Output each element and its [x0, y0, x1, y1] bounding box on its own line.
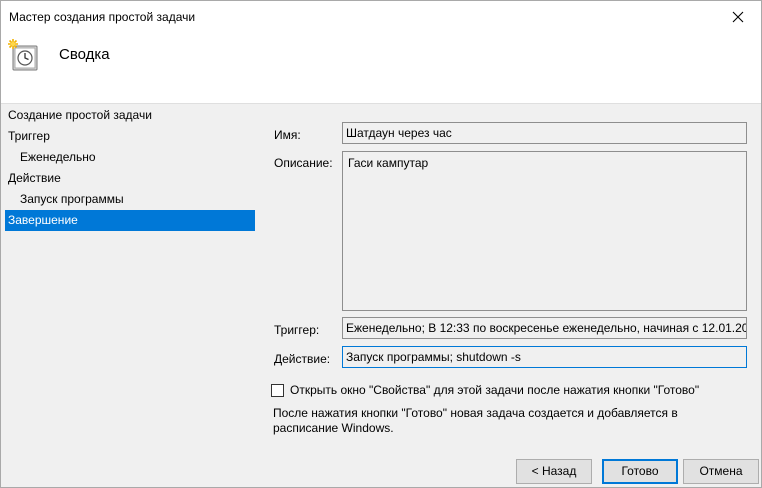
action-field[interactable]: Запуск программы; shutdown -s	[342, 346, 747, 368]
cancel-button[interactable]: Отмена	[683, 459, 759, 484]
finish-button[interactable]: Готово	[602, 459, 678, 484]
page-title: Сводка	[59, 46, 110, 63]
title-bar: Мастер создания простой задачи	[1, 1, 761, 32]
description-field[interactable]: Гаси кампутар	[342, 151, 747, 311]
action-label: Действие:	[274, 352, 331, 366]
step-trigger: Триггер	[8, 129, 50, 143]
clock-task-icon	[8, 39, 38, 71]
wizard-header: Сводка	[1, 32, 761, 104]
close-icon	[732, 11, 744, 22]
open-properties-checkbox[interactable]	[271, 383, 284, 397]
name-label: Имя:	[274, 128, 301, 142]
trigger-field[interactable]: Еженедельно; В 12:33 по воскресенье ежен…	[342, 317, 747, 339]
back-button[interactable]: < Назад	[516, 459, 592, 484]
open-properties-option[interactable]: Открыть окно "Свойства" для этой задачи …	[271, 383, 699, 397]
step-run-program: Запуск программы	[20, 192, 124, 206]
step-weekly: Еженедельно	[20, 150, 96, 164]
trigger-label: Триггер:	[274, 323, 320, 337]
open-properties-label: Открыть окно "Свойства" для этой задачи …	[290, 383, 700, 397]
step-create-task: Создание простой задачи	[8, 108, 152, 122]
step-action: Действие	[8, 171, 61, 185]
window-title: Мастер создания простой задачи	[9, 10, 196, 24]
description-label: Описание:	[274, 156, 333, 170]
wizard-steps: Создание простой задачи Триггер Еженедел…	[5, 105, 255, 231]
finish-note: После нажатия кнопки "Готово" новая зада…	[273, 406, 678, 435]
wizard-window: Мастер создания простой задачи Сводка Со…	[0, 0, 762, 488]
name-field[interactable]: Шатдаун через час	[342, 122, 747, 144]
close-button[interactable]	[715, 1, 761, 32]
step-finish: Завершение	[5, 210, 255, 231]
